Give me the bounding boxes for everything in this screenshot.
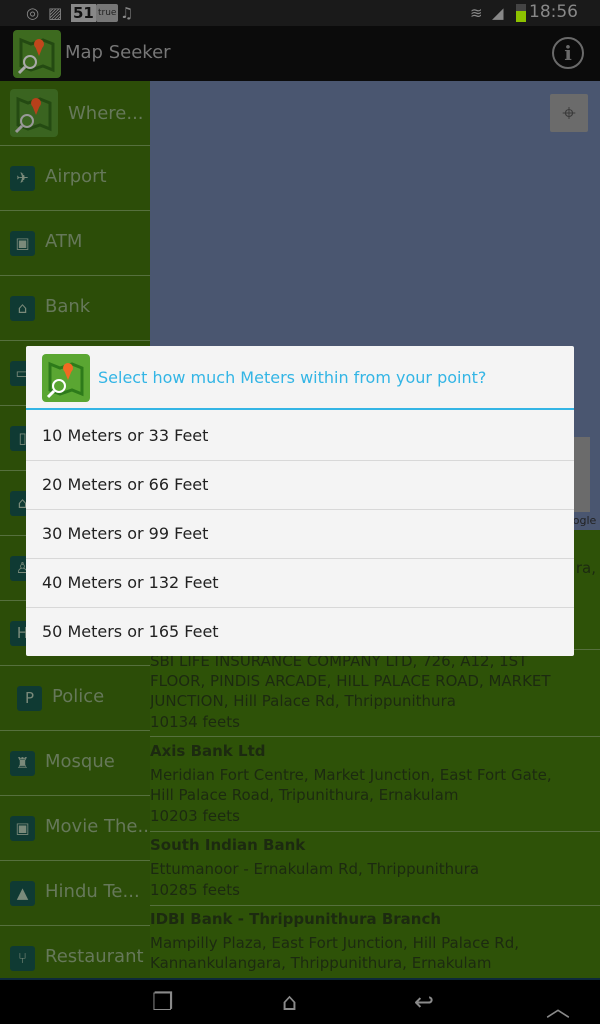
info-icon[interactable]: i (552, 37, 584, 69)
sidebar-item[interactable]: ♜ Mosque (0, 731, 150, 796)
sidebar-item-label: Bank (45, 296, 91, 317)
item-address: Mampilly Plaza, East Fort Junction, Hill… (150, 934, 520, 972)
sidebar-item[interactable]: ▣ ATM (0, 211, 150, 276)
atm-icon: ▣ (10, 231, 35, 256)
item-address: SBI LIFE INSURANCE COMPANY LTD, 726, A12… (150, 652, 551, 710)
clock: 18:56 (529, 2, 578, 22)
item-name: IDBI Bank - Thrippunithura Branch (150, 910, 442, 928)
mosque-icon: ♜ (10, 751, 35, 776)
dialog-header: Select how much Meters within from your … (26, 346, 574, 410)
sidebar-item-label: Movie The... (45, 816, 150, 837)
notification-count: 51 (71, 4, 96, 22)
distance-option[interactable]: 20 Meters or 66 Feet (26, 461, 574, 510)
item-address: ra, (575, 559, 596, 577)
sidebar-item-label: Airport (45, 166, 107, 187)
sidebar-item-label: Restaurant (45, 946, 144, 967)
sidebar-item[interactable]: Where... (0, 81, 150, 146)
item-name: South Indian Bank (150, 836, 306, 854)
item-distance: 10203 feets (150, 807, 240, 825)
list-item[interactable]: Axis Bank Ltd Meridian Fort Centre, Mark… (150, 738, 600, 832)
image-icon: ▨ (48, 4, 63, 22)
gps-icon: ◎ (26, 4, 40, 22)
distance-option[interactable]: 10 Meters or 33 Feet (26, 412, 574, 461)
fork-knife-icon: ⑂ (10, 946, 35, 971)
bank-icon: ⌂ (10, 296, 35, 321)
crosshair-icon: ⌖ (562, 99, 576, 127)
music-icon: ♫ (120, 4, 134, 22)
status-bar: ◎ ▨ 51 true ♫ ≋ ◢ 18:56 (0, 0, 600, 26)
recent-apps-icon[interactable]: ❐ (152, 988, 174, 1016)
distance-option[interactable]: 30 Meters or 99 Feet (26, 510, 574, 559)
item-address: Ettumanoor - Ernakulam Rd, Thrippunithur… (150, 860, 480, 878)
list-item[interactable]: South Indian Bank Ettumanoor - Ernakulam… (150, 832, 600, 906)
sidebar-item-label: Mosque (45, 751, 115, 772)
distance-dialog: Select how much Meters within from your … (26, 346, 574, 656)
dialog-title: Select how much Meters within from your … (98, 368, 487, 387)
list-item[interactable]: IDBI Bank - Thrippunithura Branch Mampil… (150, 906, 600, 978)
item-name: Axis Bank Ltd (150, 742, 266, 760)
airplane-icon: ✈ (10, 166, 35, 191)
sidebar-item[interactable]: ▣ Movie The... (0, 796, 150, 861)
movie-theater-icon: ▣ (10, 816, 35, 841)
my-location-button[interactable]: ⌖ (550, 94, 588, 132)
app-title: Map Seeker (65, 42, 171, 63)
sidebar-item-label: Where... (68, 103, 144, 124)
signal-icon: ◢ (492, 4, 504, 22)
item-distance: 10134 feets (150, 713, 240, 731)
item-distance: 10285 feets (150, 881, 240, 899)
sidebar-item-label: ATM (45, 231, 83, 252)
badge: true (96, 4, 119, 22)
sidebar-item[interactable]: ⌂ Bank (0, 276, 150, 341)
navigation-bar: ❐ ⌂ ↩ ︿ (0, 978, 600, 1024)
sidebar-item[interactable]: ▲ Hindu Te... (0, 861, 150, 926)
sidebar-item[interactable]: P Police (0, 666, 150, 731)
app-logo-icon (42, 354, 90, 402)
item-address: Meridian Fort Centre, Market Junction, E… (150, 766, 552, 804)
app-logo-icon[interactable] (13, 30, 61, 78)
battery-icon (516, 4, 526, 22)
chevron-up-icon[interactable]: ︿ (546, 988, 570, 1023)
wifi-icon: ≋ (470, 4, 483, 22)
hindu-temple-icon: ▲ (10, 881, 35, 906)
sidebar-item-label: Hindu Te... (45, 881, 140, 902)
police-badge-icon: P (17, 686, 42, 711)
distance-option[interactable]: 50 Meters or 165 Feet (26, 608, 574, 657)
list-item[interactable]: SBI LIFE INSURANCE COMPANY LTD, 726, A12… (150, 651, 600, 737)
distance-option[interactable]: 40 Meters or 132 Feet (26, 559, 574, 608)
app-map-icon (10, 89, 58, 137)
home-icon[interactable]: ⌂ (282, 988, 297, 1016)
back-icon[interactable]: ↩ (414, 988, 434, 1016)
sidebar-item-label: Police (52, 686, 105, 707)
sidebar-item[interactable]: ✈ Airport (0, 146, 150, 211)
